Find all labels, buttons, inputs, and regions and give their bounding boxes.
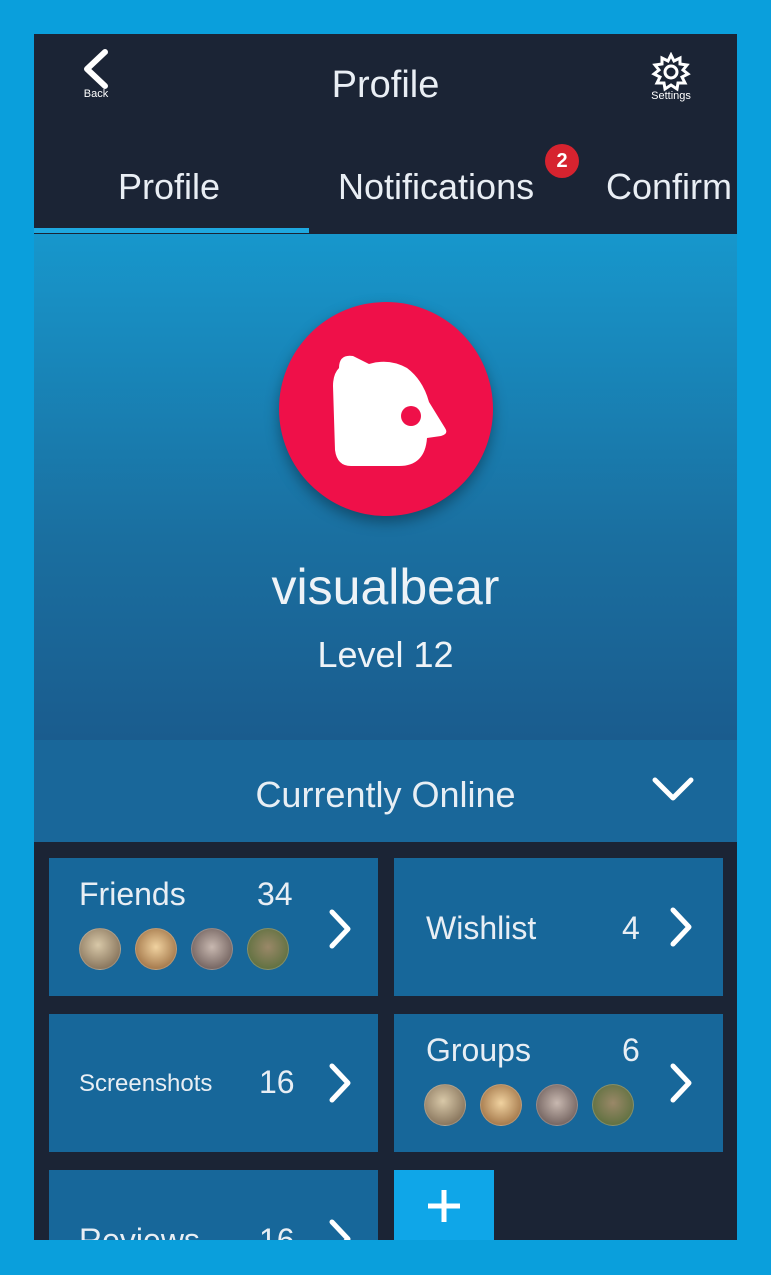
friends-tile[interactable]: Friends 34: [49, 858, 378, 996]
friend-avatar[interactable]: [247, 928, 289, 970]
add-button[interactable]: [394, 1170, 494, 1240]
tab-confirm[interactable]: Confirm: [606, 166, 732, 208]
group-avatar[interactable]: [424, 1084, 466, 1126]
screenshots-label: Screenshots: [79, 1070, 213, 1097]
app-screen: Back Profile Settings Profile Notificati…: [34, 34, 737, 1240]
chevron-right-icon: [329, 909, 351, 949]
status-label: Currently Online: [255, 774, 516, 815]
screenshots-count: 16: [259, 1064, 295, 1100]
plus-icon: [428, 1190, 460, 1222]
tab-bar: Profile Notifications Confirm: [34, 154, 737, 234]
group-avatar[interactable]: [592, 1084, 634, 1126]
settings-button[interactable]: Settings: [639, 52, 703, 122]
chevron-right-icon: [329, 1219, 351, 1240]
page-title: Profile: [331, 64, 440, 106]
groups-count: 6: [622, 1032, 640, 1068]
group-avatar[interactable]: [536, 1084, 578, 1126]
gear-icon: [651, 52, 691, 92]
reviews-count: 16: [259, 1222, 295, 1240]
notification-badge: 2: [545, 144, 579, 178]
friend-avatar[interactable]: [79, 928, 121, 970]
chevron-right-icon: [670, 907, 692, 947]
groups-label: Groups: [426, 1032, 531, 1068]
tab-notifications[interactable]: Notifications: [338, 166, 534, 208]
friends-label: Friends: [79, 876, 186, 912]
chevron-right-icon: [329, 1063, 351, 1103]
friends-count: 34: [257, 876, 293, 912]
tab-profile[interactable]: Profile: [118, 166, 220, 208]
friend-avatar[interactable]: [191, 928, 233, 970]
profile-header: visualbear Level 12: [34, 234, 737, 740]
wishlist-tile[interactable]: Wishlist 4: [394, 858, 723, 996]
username: visualbear: [271, 559, 500, 615]
reviews-label: Reviews: [79, 1222, 200, 1240]
settings-label: Settings: [651, 90, 691, 102]
user-level: Level 12: [317, 634, 454, 675]
groups-tile[interactable]: Groups 6: [394, 1014, 723, 1152]
bear-logo-icon: [333, 355, 447, 466]
friend-avatar[interactable]: [135, 928, 177, 970]
chevron-down-icon: [652, 777, 694, 801]
wishlist-label: Wishlist: [426, 910, 537, 946]
screenshots-tile[interactable]: Screenshots 16: [49, 1014, 378, 1152]
wishlist-count: 4: [622, 910, 640, 946]
groups-avatars: [424, 1084, 648, 1131]
top-bar: Back Profile Settings: [34, 34, 737, 134]
chevron-right-icon: [670, 1063, 692, 1103]
status-dropdown[interactable]: Currently Online: [34, 740, 737, 842]
friends-avatars: [79, 928, 303, 975]
reviews-tile[interactable]: Reviews 16: [49, 1170, 378, 1240]
active-tab-indicator: [34, 228, 309, 233]
group-avatar[interactable]: [480, 1084, 522, 1126]
avatar[interactable]: [279, 302, 493, 516]
